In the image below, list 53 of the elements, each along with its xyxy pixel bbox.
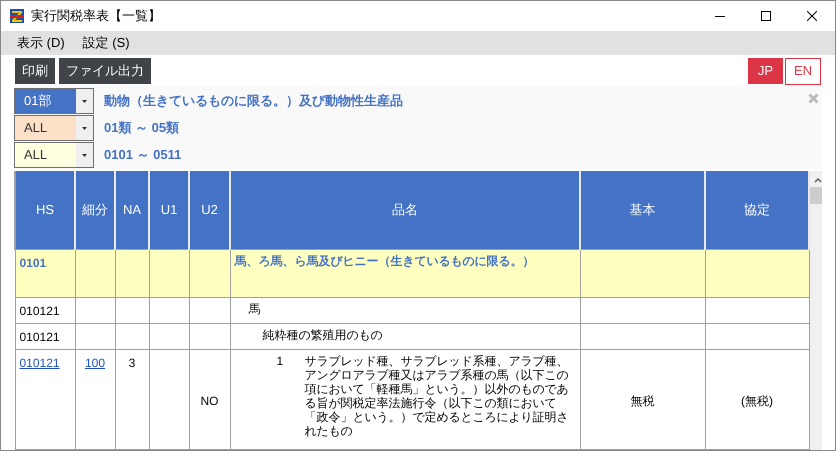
filter-description: 動物（生きているものに限る。）及び動物性生産品 [104,92,403,110]
item-description: 馬 [248,302,260,316]
table-cell [75,297,115,323]
filter-description: 0101 ～ 0511 [104,146,182,164]
caret-icon [82,100,87,102]
table-cell [115,323,149,349]
column-header[interactable]: 基本 [580,171,705,249]
table-cell [149,297,189,323]
table-cell: 010121 [15,323,75,349]
table-cell: NO [189,349,230,449]
item-description: 純粋種の繁殖用のもの [262,328,382,342]
dropdown[interactable]: ALL [14,142,94,168]
column-header[interactable]: NA [115,171,149,249]
language-toggle[interactable]: EN [785,58,821,84]
caret-icon [82,154,87,156]
menu-item[interactable]: 設定 (S) [74,33,138,53]
item-number: 1 [276,354,284,370]
table-cell [149,249,189,297]
item-description: サラブレッド種、サラブレッド系種、アラブ種、アングロアラブ種又はアラブ系種の馬（以下この項において「軽種馬」という。）以外のものである旨が関税定率法施行令（以下この類において「政令」という。）で定めるところにより証明されたもの [304,354,570,438]
column-header[interactable]: 細分 [75,171,115,249]
window-title: 実行関税率表【一覧】 [31,7,161,26]
table-cell [115,297,149,323]
table-cell: 3 [115,349,149,449]
item-description: 馬、ろ馬、ら馬及びヒニー（生きているものに限る。） [234,254,534,268]
language-toggle[interactable]: JP [748,58,783,84]
column-header[interactable]: U1 [149,171,189,249]
table-cell: 無税 [580,349,705,449]
subdivision-link[interactable]: 100 [84,356,106,370]
table-cell: 0101 [15,249,75,297]
toolbar-button[interactable]: 印刷 [15,58,55,84]
menu-item[interactable]: 表示 (D) [9,33,73,53]
hs-code-link[interactable]: 010121 [20,356,60,370]
column-header[interactable]: 協定 [705,171,809,249]
column-header[interactable]: HS [15,171,75,249]
filter-description: 01類 ～ 05類 [104,119,180,138]
scroll-up-icon[interactable] [814,178,822,183]
caret-icon [82,126,87,130]
toolbar-button[interactable]: ファイル出力 [59,58,151,84]
app-logo-icon [9,8,25,24]
dropdown[interactable]: ALL [14,115,94,141]
maximize-icon [761,11,771,21]
table-cell: 010121 [15,297,75,323]
table-cell [115,249,149,297]
scrollbar-thumb[interactable] [810,187,822,204]
table-cell: (無税) [705,349,809,449]
dropdown[interactable]: 01部 [14,88,94,114]
close-icon [807,11,817,21]
table-cell [149,323,189,349]
column-header[interactable]: U2 [189,171,230,249]
table-cell [75,249,115,297]
scrollbar[interactable] [810,171,822,450]
column-header[interactable]: 品名 [230,171,580,249]
close-icon[interactable] [808,93,819,104]
